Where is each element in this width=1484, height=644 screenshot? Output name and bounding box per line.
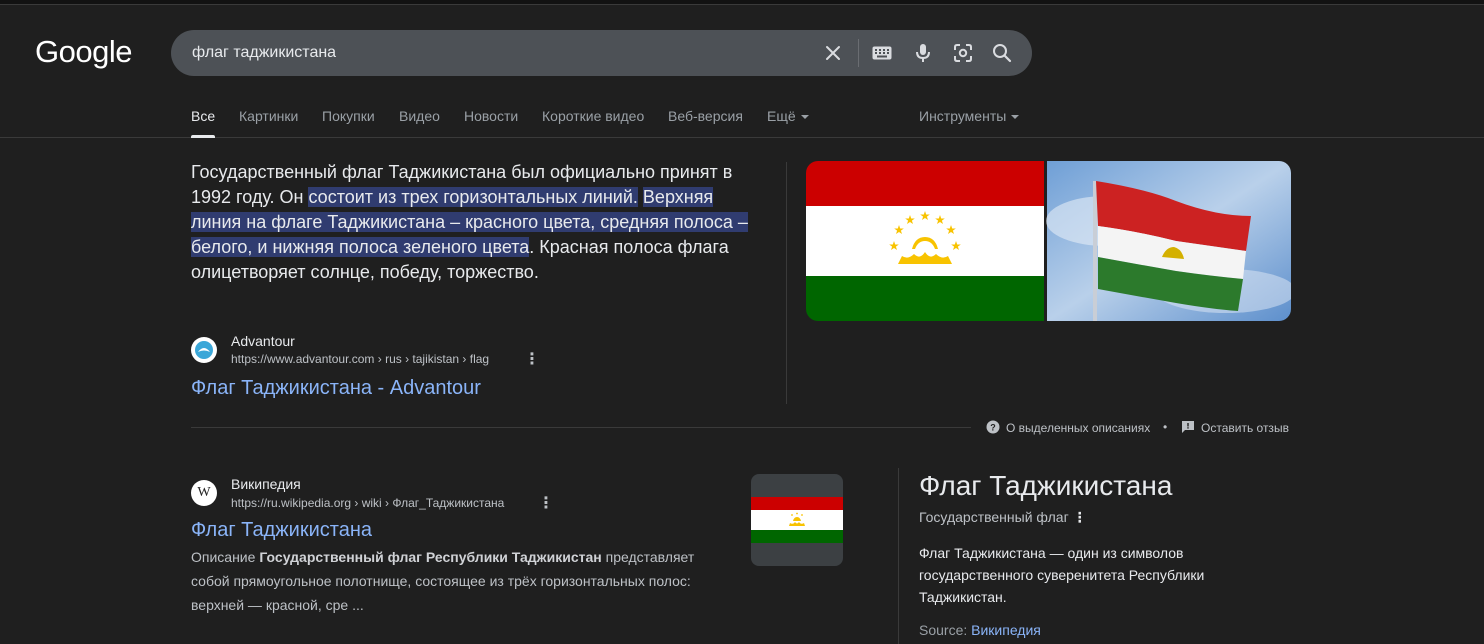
search-tabs: Все Картинки Покупки Видео Новости Корот… xyxy=(0,100,1484,138)
wikipedia-source-url[interactable]: https://ru.wikipedia.org › wiki › Флаг_Т… xyxy=(231,496,504,510)
help-icon: ? xyxy=(986,420,1000,434)
feedback-link[interactable]: Оставить отзыв xyxy=(1181,420,1289,435)
about-snippets-label: О выделенных описаниях xyxy=(1006,421,1151,435)
feedback-label: Оставить отзыв xyxy=(1201,421,1289,435)
kp-source-link[interactable]: Википедия xyxy=(971,622,1041,638)
more-options-icon[interactable]: ⋮ xyxy=(538,493,554,513)
more-options-icon[interactable]: ⋮ xyxy=(524,349,540,369)
about-snippets-link[interactable]: ? О выделенных описаниях xyxy=(986,420,1150,435)
wikipedia-favicon-letter: W xyxy=(197,485,211,500)
mic-icon[interactable] xyxy=(912,42,934,64)
wikipedia-favicon[interactable]: W xyxy=(191,480,217,506)
desc-before: Описание xyxy=(191,549,260,565)
search-divider xyxy=(858,39,859,67)
desc-bold: Государственный флаг Республики Таджикис… xyxy=(259,549,602,565)
clear-icon[interactable] xyxy=(822,42,844,64)
flag-images[interactable] xyxy=(806,161,1291,321)
snippet-highlight-1: состоит из трех горизонтальных линий. xyxy=(308,187,638,207)
knowledge-panel-description: Флаг Таджикистана — один из символов гос… xyxy=(919,545,1205,605)
flag-image-flat[interactable] xyxy=(806,161,1044,321)
knowledge-panel-subtitle-text: Государственный флаг xyxy=(919,509,1069,525)
featured-separator xyxy=(191,427,971,428)
tab-more[interactable]: Ещё xyxy=(767,108,809,124)
tools-label: Инструменты xyxy=(919,108,1007,124)
knowledge-panel-title: Флаг Таджикистана xyxy=(919,470,1173,501)
search-input[interactable]: флаг таджикистана xyxy=(192,44,336,62)
featured-snippet-text: Государственный флаг Таджикистана был оф… xyxy=(191,160,761,285)
keyboard-icon[interactable] xyxy=(871,42,893,64)
tab-shopping[interactable]: Покупки xyxy=(322,108,375,124)
lens-icon[interactable] xyxy=(952,42,974,64)
advantour-favicon[interactable] xyxy=(191,337,217,363)
knowledge-panel-subtitle: Государственный флаг ⋮ xyxy=(919,509,1087,526)
knowledge-panel-source: Source: Википедия xyxy=(919,622,1041,638)
google-logo[interactable]: Google xyxy=(35,34,132,70)
search-bar[interactable]: флаг таджикистана xyxy=(171,30,1032,76)
advantour-source-name[interactable]: Advantour xyxy=(231,333,295,349)
tab-more-label: Ещё xyxy=(767,108,796,124)
advantour-source-url[interactable]: https://www.advantour.com › rus › tajiki… xyxy=(231,352,489,366)
knowledge-panel-divider xyxy=(898,468,899,644)
snippet-divider xyxy=(786,162,787,404)
tab-all[interactable]: Все xyxy=(191,108,216,138)
chevron-down-icon xyxy=(1011,115,1020,120)
tab-news[interactable]: Новости xyxy=(464,108,518,124)
wikipedia-source-name[interactable]: Википедия xyxy=(231,476,301,492)
tab-images[interactable]: Картинки xyxy=(239,108,298,124)
wikipedia-result-description: Описание Государственный флаг Республики… xyxy=(191,545,711,617)
flag-image-photo[interactable] xyxy=(1046,161,1291,321)
search-icon[interactable] xyxy=(991,42,1013,64)
wikipedia-result-link[interactable]: Флаг Таджикистана xyxy=(191,519,372,542)
tab-short-videos[interactable]: Короткие видео xyxy=(542,108,644,124)
more-options-icon[interactable]: ⋮ xyxy=(1073,509,1087,525)
advantour-result-link[interactable]: Флаг Таджикистана - Advantour xyxy=(191,377,481,400)
feedback-icon xyxy=(1182,421,1194,433)
svg-text:?: ? xyxy=(990,423,996,433)
about-bullet: • xyxy=(1163,420,1168,434)
tab-web[interactable]: Веб-версия xyxy=(668,108,743,124)
tools-button[interactable]: Инструменты xyxy=(919,108,1020,124)
kp-source-label: Source: xyxy=(919,622,968,638)
tab-video[interactable]: Видео xyxy=(399,108,440,124)
wikipedia-flag-thumbnail[interactable] xyxy=(751,474,843,566)
chevron-down-icon xyxy=(800,115,809,120)
top-border xyxy=(0,0,1484,5)
